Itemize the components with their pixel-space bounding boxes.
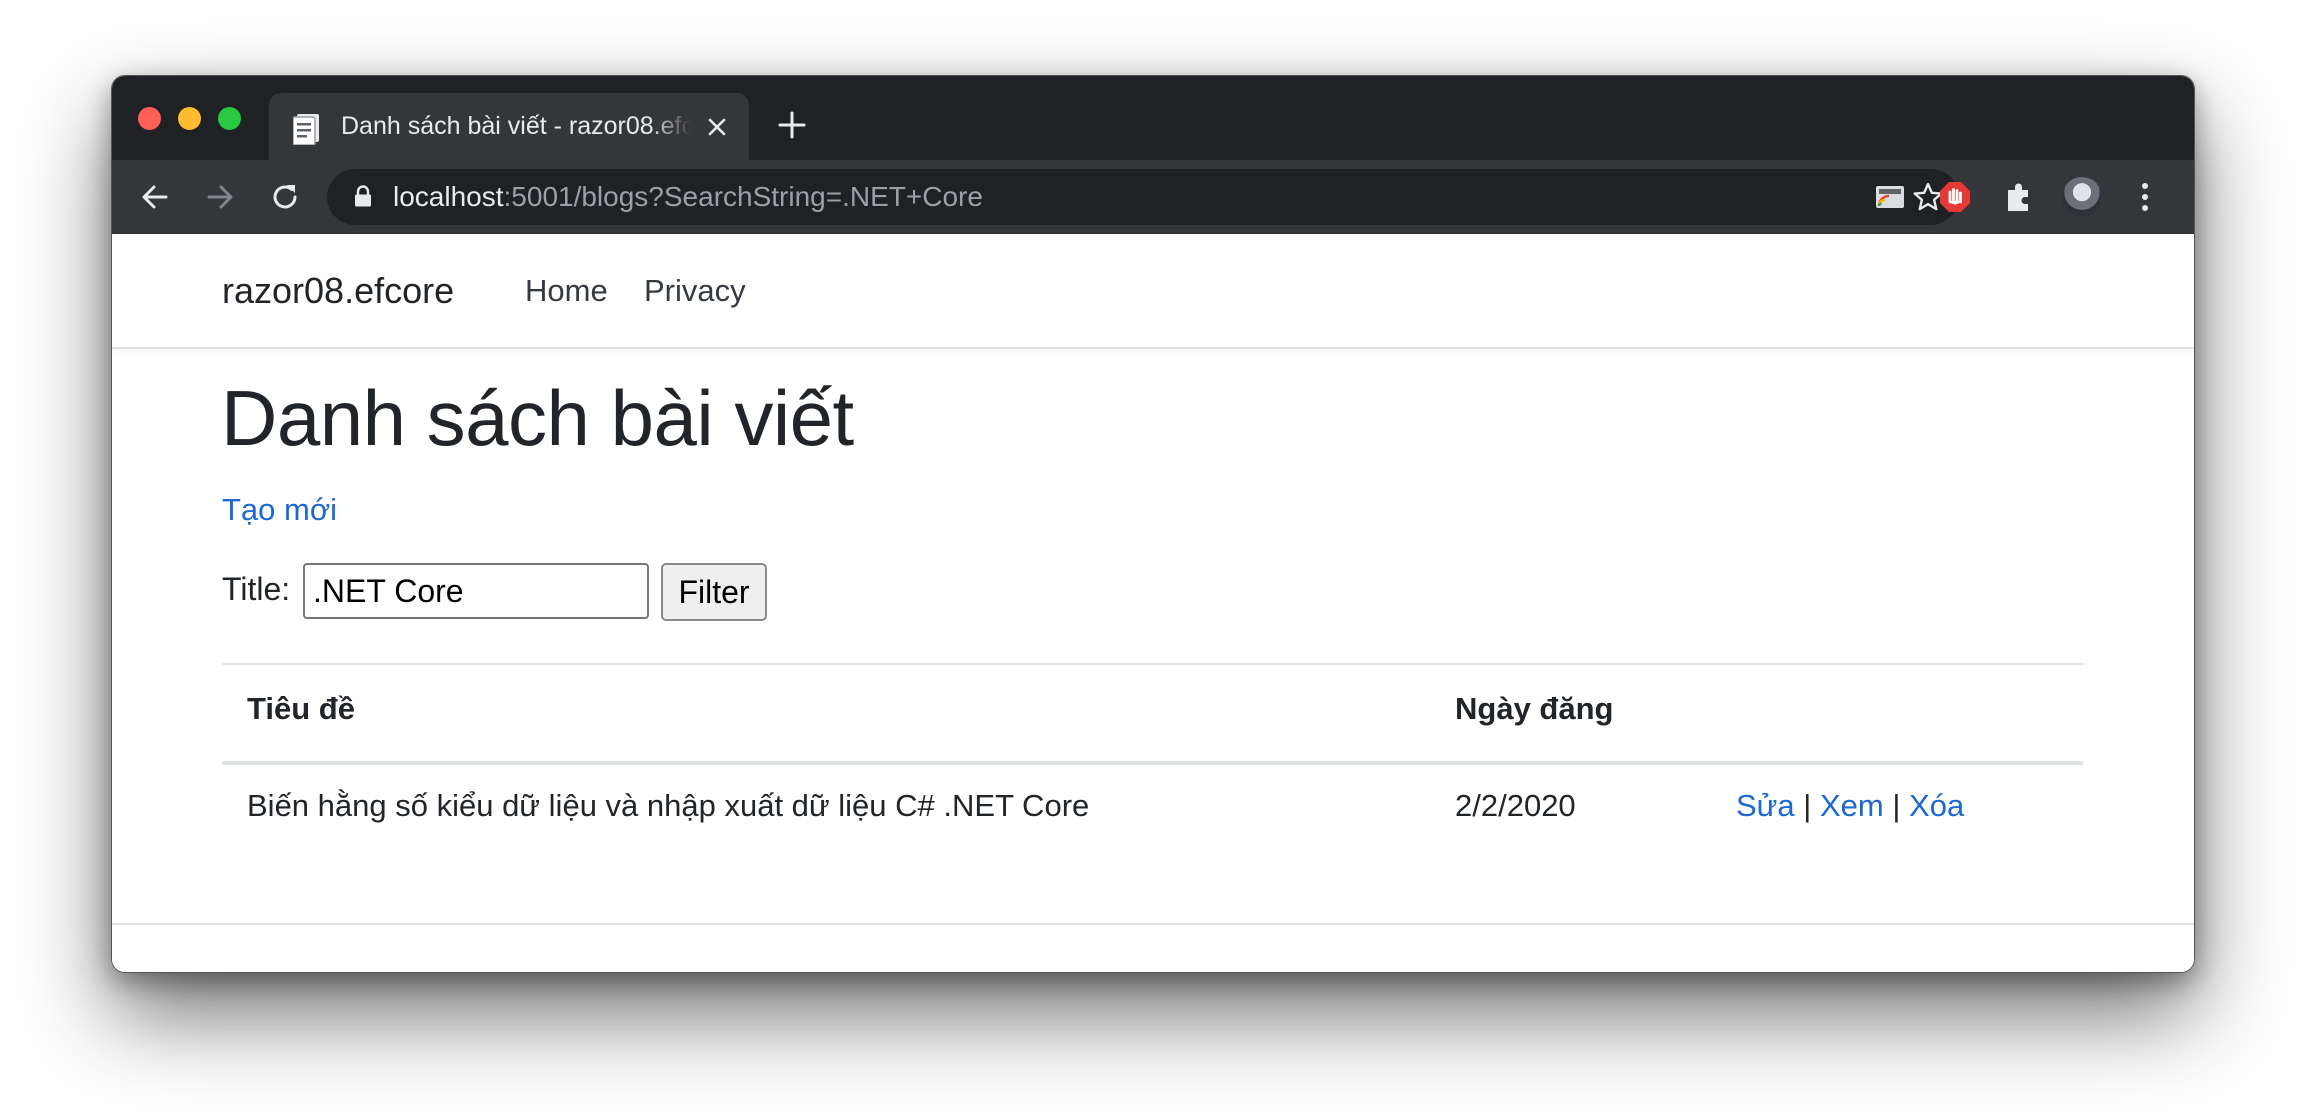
forward-icon[interactable]: [204, 181, 236, 213]
create-new-link[interactable]: Tạo mới: [222, 492, 337, 528]
page-content: razor08.efcore Home Privacy Danh sách bà…: [112, 234, 2194, 972]
navbar-brand[interactable]: razor08.efcore: [222, 234, 454, 347]
tab-title: Danh sách bài viết - razor08.efcore: [341, 112, 691, 140]
page-icon: [293, 114, 319, 145]
menu-icon[interactable]: [2137, 180, 2153, 214]
footer-border: [112, 923, 2194, 925]
maximize-window-button[interactable]: [218, 107, 241, 130]
minimize-window-button[interactable]: [178, 107, 201, 130]
extensions-icon[interactable]: [2002, 180, 2036, 214]
site-navbar: razor08.efcore Home Privacy: [112, 234, 2194, 349]
table-cell-date: 2/2/2020: [1455, 788, 1576, 823]
cast-icon[interactable]: [1873, 180, 1907, 214]
lock-icon[interactable]: [354, 185, 372, 207]
column-header-date: Ngày đăng: [1455, 691, 1614, 726]
url-host: localhost: [393, 181, 504, 212]
close-window-button[interactable]: [138, 107, 161, 130]
back-icon[interactable]: [139, 181, 171, 213]
page-title: Danh sách bài viết: [221, 374, 854, 462]
reload-icon[interactable]: [269, 181, 301, 213]
new-tab-icon[interactable]: [777, 110, 807, 140]
url-text: localhost:5001/blogs?SearchString=.NET+C…: [393, 169, 983, 225]
tab-strip: Danh sách bài viết - razor08.efcore: [112, 76, 2194, 160]
url-path: :5001/blogs?SearchString=.NET+Core: [503, 181, 983, 212]
adblock-icon[interactable]: [1938, 180, 1972, 214]
title-search-input[interactable]: [303, 563, 649, 619]
browser-toolbar: localhost:5001/blogs?SearchString=.NET+C…: [112, 160, 2194, 234]
filter-label: Title:: [222, 571, 291, 607]
separator: |: [1892, 788, 1901, 823]
table-divider: [222, 761, 2083, 765]
address-bar[interactable]: localhost:5001/blogs?SearchString=.NET+C…: [327, 169, 1959, 225]
nav-link-privacy[interactable]: Privacy: [644, 234, 746, 347]
edit-link[interactable]: Sửa: [1736, 788, 1795, 823]
view-link[interactable]: Xem: [1820, 788, 1884, 823]
nav-link-home[interactable]: Home: [525, 234, 608, 347]
table-divider: [222, 663, 2083, 665]
table-cell-title: Biến hằng số kiểu dữ liệu và nhập xuất d…: [247, 788, 1090, 823]
browser-tab[interactable]: Danh sách bài viết - razor08.efcore: [269, 93, 749, 160]
close-tab-icon[interactable]: [705, 115, 729, 139]
delete-link[interactable]: Xóa: [1909, 788, 1964, 823]
filter-button[interactable]: Filter: [661, 563, 767, 621]
column-header-title: Tiêu đề: [247, 691, 355, 726]
browser-window: Danh sách bài viết - razor08.efcore: [111, 75, 2195, 973]
avatar[interactable]: [2062, 177, 2102, 217]
table-cell-actions: Sửa | Xem | Xóa: [1736, 788, 1964, 824]
separator: |: [1803, 788, 1812, 823]
